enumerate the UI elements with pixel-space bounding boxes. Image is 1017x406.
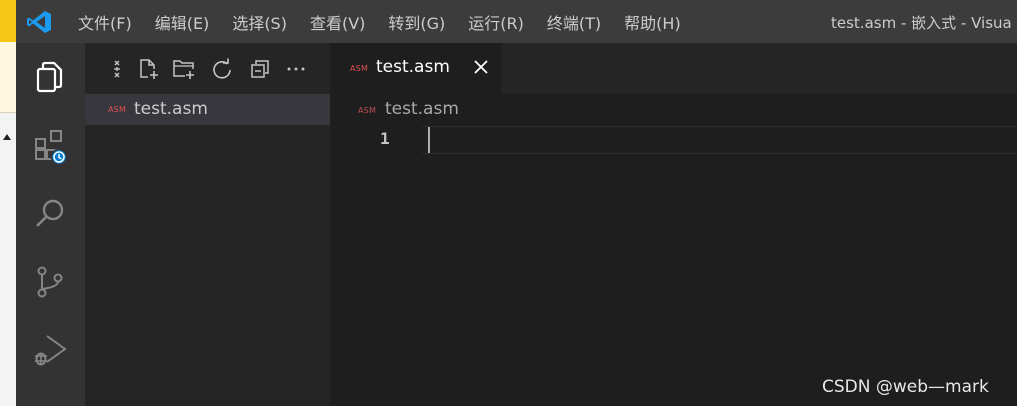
vscode-window: 文件(F) 编辑(E) 选择(S) 查看(V) 转到(G) 运行(R) 终端(T… bbox=[0, 0, 1017, 406]
search-icon[interactable] bbox=[32, 196, 68, 232]
source-control-icon[interactable] bbox=[32, 264, 68, 300]
explorer-sidebar: ASM test.asm bbox=[85, 43, 330, 406]
menu-terminal[interactable]: 终端(T) bbox=[547, 10, 601, 34]
background-scroll-up-icon bbox=[3, 134, 11, 140]
asm-file-icon: ASM bbox=[108, 105, 127, 114]
breadcrumb: ASM test.asm bbox=[330, 94, 1017, 124]
asm-file-icon: ASM bbox=[350, 64, 369, 73]
watermark: CSDN @web—mark bbox=[822, 377, 989, 397]
background-window-strip bbox=[0, 0, 16, 406]
menu-run[interactable]: 运行(R) bbox=[468, 10, 524, 34]
vscode-logo-icon bbox=[26, 10, 52, 34]
title-bar: 文件(F) 编辑(E) 选择(S) 查看(V) 转到(G) 运行(R) 终端(T… bbox=[16, 0, 1017, 43]
line-number: 1 bbox=[380, 129, 390, 148]
close-icon[interactable] bbox=[470, 56, 492, 78]
more-actions-icon[interactable] bbox=[285, 58, 307, 80]
menu-go[interactable]: 转到(G) bbox=[388, 10, 445, 34]
current-line-highlight bbox=[422, 126, 1017, 154]
asm-file-icon: ASM bbox=[358, 106, 377, 115]
background-window-highlight bbox=[0, 0, 16, 42]
tab-label: test.asm bbox=[376, 57, 450, 77]
run-debug-icon[interactable] bbox=[32, 332, 68, 368]
menu-file[interactable]: 文件(F) bbox=[78, 10, 132, 34]
new-folder-icon[interactable] bbox=[173, 58, 195, 80]
menu-bar: 文件(F) 编辑(E) 选择(S) 查看(V) 转到(G) 运行(R) 终端(T… bbox=[78, 0, 704, 43]
text-cursor bbox=[428, 127, 430, 153]
explorer-file-name: test.asm bbox=[134, 99, 208, 119]
menu-help[interactable]: 帮助(H) bbox=[624, 10, 681, 34]
collapse-all-icon[interactable] bbox=[249, 58, 271, 80]
refresh-icon[interactable] bbox=[211, 58, 233, 80]
background-window-panel bbox=[0, 42, 16, 113]
explorer-file-item[interactable]: ASM test.asm bbox=[85, 94, 330, 125]
explorer-files-icon[interactable] bbox=[32, 59, 68, 95]
activity-bar bbox=[16, 43, 85, 406]
menu-edit[interactable]: 编辑(E) bbox=[155, 10, 210, 34]
explorer-toolbar bbox=[85, 43, 330, 94]
breadcrumb-item[interactable]: test.asm bbox=[385, 99, 459, 119]
menu-selection[interactable]: 选择(S) bbox=[232, 10, 287, 34]
editor-tab[interactable]: ASM test.asm bbox=[330, 43, 501, 94]
collapse-tree-icon[interactable] bbox=[109, 58, 131, 80]
editor-tab-bar: ASM test.asm bbox=[330, 43, 1017, 94]
window-title: test.asm - 嵌入式 - Visua bbox=[831, 14, 1012, 32]
new-file-icon[interactable] bbox=[137, 58, 159, 80]
menu-view[interactable]: 查看(V) bbox=[310, 10, 365, 34]
code-editor[interactable]: 1 bbox=[330, 124, 1017, 406]
extensions-timer-icon[interactable] bbox=[32, 129, 68, 165]
